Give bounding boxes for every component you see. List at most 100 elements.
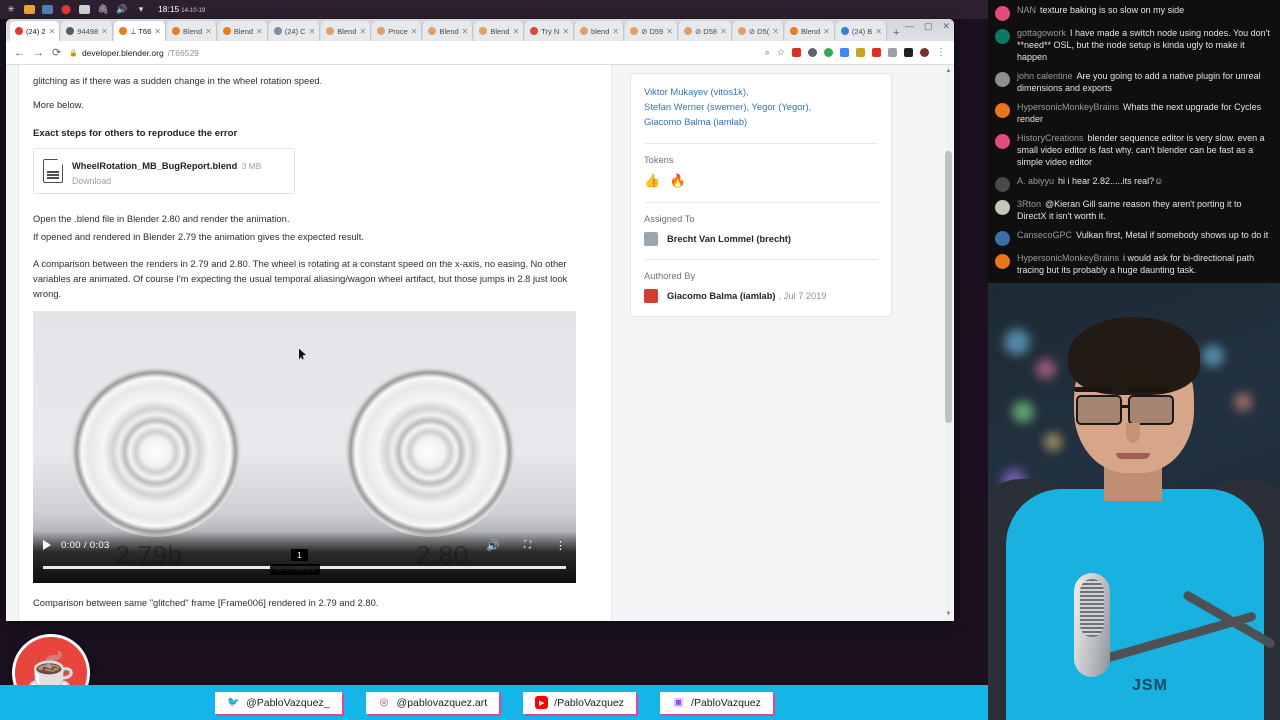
author-row[interactable]: Giacomo Balma (iamlab) , Jul 7 2019 xyxy=(644,288,878,303)
minimize-button[interactable]: — xyxy=(905,21,914,32)
monkey-object[interactable] xyxy=(404,626,436,652)
browser-tab[interactable]: Blend ✕ xyxy=(321,21,372,41)
tab-strip[interactable]: (24) 2 ✕ 94498 ✕ ⊥ T66 ✕ Blend ✕ Blend ✕… xyxy=(6,19,954,41)
social-chip-twitter[interactable]: 🐦 @PabloVazquez_ xyxy=(215,691,342,714)
gizmo-axis-z[interactable] xyxy=(472,642,480,650)
tab-close-icon[interactable]: ✕ xyxy=(49,27,56,36)
chat-author[interactable]: A. abiyyu xyxy=(1017,176,1054,186)
chrome-window[interactable]: (24) 2 ✕ 94498 ✕ ⊥ T66 ✕ Blend ✕ Blend ✕… xyxy=(6,19,954,621)
bookmark-star-icon[interactable]: ☆ xyxy=(777,47,785,58)
chat-message[interactable]: HypersonicMonkeyBrains Whats the next upg… xyxy=(995,102,1273,126)
video-more-icon[interactable]: ⋮ xyxy=(555,539,566,552)
chat-message[interactable]: A. abiyyu hi i hear 2.82.....its real?☺ xyxy=(995,176,1273,192)
pan-tool-icon[interactable]: ✋ xyxy=(531,648,548,665)
attachment-card[interactable]: WheelRotation_MB_BugReport.blend 3 MB Do… xyxy=(33,148,295,195)
browser-tab[interactable]: ⊘ D58 ✕ xyxy=(678,21,732,41)
profile-avatar[interactable] xyxy=(920,48,929,57)
attachment-filename[interactable]: WheelRotation_MB_BugReport.blend xyxy=(72,161,237,171)
shape-keys-header[interactable]: ▾ Shape Keys xyxy=(784,640,962,653)
rotation-row[interactable]: X 0° xyxy=(566,664,735,678)
address-bar[interactable]: 🔒 developer.blender.org/T66529 xyxy=(69,48,757,58)
tab-close-icon[interactable]: ✕ xyxy=(513,27,520,36)
tab-close-icon[interactable]: ✕ xyxy=(562,27,569,36)
chrome-menu-icon[interactable]: ⋮ xyxy=(936,47,946,58)
blender-icon[interactable]: ✳ xyxy=(5,4,17,16)
extension-shield-icon[interactable] xyxy=(792,48,801,57)
fullscreen-icon[interactable]: ⛶ xyxy=(524,540,531,551)
browser-tab[interactable]: (24) B ✕ xyxy=(835,21,887,41)
browser-tab[interactable]: blend ✕ xyxy=(575,21,625,41)
display-icon[interactable] xyxy=(79,5,90,14)
subscriber-link[interactable]: Giacomo Balma (iamlab) xyxy=(644,114,878,129)
tab-close-icon[interactable]: ✕ xyxy=(612,27,619,36)
properties-editor[interactable]: ▸ ▾ Shape Keys xyxy=(758,620,988,685)
disclosure-triangle-icon[interactable]: ▾ xyxy=(789,642,793,651)
browser-tab[interactable]: Blend ✕ xyxy=(784,21,835,41)
new-tab-button[interactable]: + xyxy=(888,27,904,41)
tab-close-icon[interactable]: ✕ xyxy=(411,27,418,36)
extension-bag-icon[interactable] xyxy=(856,48,865,57)
clock[interactable]: 18:15 14-10-19 xyxy=(158,4,205,14)
tab-close-icon[interactable]: ✕ xyxy=(359,27,366,36)
download-link[interactable]: Download xyxy=(72,176,261,186)
tab-close-icon[interactable]: ✕ xyxy=(256,27,263,36)
chat-message[interactable]: HistoryCreations blender sequence editor … xyxy=(995,133,1273,169)
tab-close-icon[interactable]: ✕ xyxy=(205,27,212,36)
tab-close-icon[interactable]: ✕ xyxy=(666,27,673,36)
extension-pocket-icon[interactable] xyxy=(840,48,849,57)
social-chip-youtube[interactable]: ▶ /PabloVazquez xyxy=(523,691,637,714)
chat-author[interactable]: gottagowork xyxy=(1017,28,1066,38)
social-chip-twitch[interactable]: ▣ /PabloVazquez xyxy=(660,691,773,714)
assignee-row[interactable]: Brecht Van Lommel (brecht) xyxy=(644,231,878,246)
browser-tab[interactable]: Blend ✕ xyxy=(217,21,268,41)
omnibox-toolbar[interactable]: ← → ⟳ 🔒 developer.blender.org/T66529 ⌕ ☆… xyxy=(6,41,954,65)
chat-message[interactable]: john calentine Are you going to add a nat… xyxy=(995,71,1273,95)
tab-close-icon[interactable]: ✕ xyxy=(875,27,882,36)
shape-keys-collapsed-row[interactable]: ▸ xyxy=(784,624,962,637)
chat-author[interactable]: NAN xyxy=(1017,5,1036,15)
reload-icon[interactable]: ⟳ xyxy=(52,46,61,59)
shape-keys-list[interactable] xyxy=(784,656,962,669)
subscriber-link[interactable]: Viktor Mukayev (vitos1k), xyxy=(644,84,878,99)
tab-close-icon[interactable]: ✕ xyxy=(154,27,161,36)
video-player[interactable]: 2.79b 2.80 0:00 / 0:03 🔊 ⛶ ⋮ xyxy=(33,310,576,583)
files-icon[interactable] xyxy=(24,5,35,14)
extension-note-icon[interactable] xyxy=(888,48,897,57)
tab-close-icon[interactable]: ✕ xyxy=(720,27,727,36)
output-properties-icon[interactable] xyxy=(763,641,775,651)
chat-author[interactable]: HypersonicMonkeyBrains xyxy=(1017,102,1119,112)
maximize-button[interactable]: ▢ xyxy=(924,21,933,32)
volume-icon[interactable]: 🔊 xyxy=(486,539,500,552)
browser-tab[interactable]: Proce ✕ xyxy=(372,21,423,41)
tab-close-icon[interactable]: ✕ xyxy=(823,27,830,36)
extension-clock-icon[interactable] xyxy=(808,48,817,57)
render-properties-icon[interactable] xyxy=(763,624,775,634)
author-name[interactable]: Giacomo Balma (iamlab) xyxy=(667,291,776,301)
chat-author[interactable]: john calentine xyxy=(1017,71,1073,81)
page-content[interactable]: glitching as if there was a sudden chang… xyxy=(6,65,954,621)
scroll-down-arrow[interactable]: ▼ xyxy=(945,610,952,619)
system-taskbar[interactable]: ✳ ⬤ 🖇 🔊 ▾ 18:15 14-10-19 xyxy=(0,0,988,19)
transform-row[interactable]: Z -1.5676 m xyxy=(566,636,735,650)
browser-tab[interactable]: ⊘ D5( ✕ xyxy=(732,21,784,41)
extension-red-icon[interactable] xyxy=(872,48,881,57)
navigation-gizmo[interactable] xyxy=(442,624,494,656)
shape-keys-section[interactable]: ▸ ▾ Shape Keys xyxy=(784,624,962,672)
transform-row[interactable]: Y 3.8303 m xyxy=(566,621,735,635)
video-controls[interactable]: 0:00 / 0:03 🔊 ⛶ ⋮ 1 00:00:00:01 xyxy=(33,530,576,583)
assignee-name[interactable]: Brecht Van Lommel (brecht) xyxy=(667,234,791,244)
play-button[interactable] xyxy=(43,540,51,551)
browser-tab-active[interactable]: ⊥ T66 ✕ xyxy=(113,21,166,41)
volume-icon[interactable]: 🔊 xyxy=(116,4,128,16)
browser-tab[interactable]: (24) 2 ✕ xyxy=(10,21,61,41)
chat-author[interactable]: CansecoGPC xyxy=(1017,230,1072,240)
chat-message[interactable]: 3Rton @Kieran Gill same reason they aren'… xyxy=(995,199,1273,223)
forward-icon[interactable]: → xyxy=(33,47,44,59)
zoom-tool-icon[interactable]: ⌕ xyxy=(531,626,548,643)
record-icon[interactable]: ⬤ xyxy=(60,4,72,16)
browser-tab[interactable]: Blend ✕ xyxy=(423,21,474,41)
transform-panel[interactable]: Y 3.8303 m Z -1.5676 m Rotation: X 0° xyxy=(560,620,740,685)
token-emoji-row[interactable]: 👍 🔥 xyxy=(644,173,878,189)
browser-tab[interactable]: 94498 ✕ xyxy=(61,21,113,41)
world-properties-icon[interactable] xyxy=(763,658,775,668)
